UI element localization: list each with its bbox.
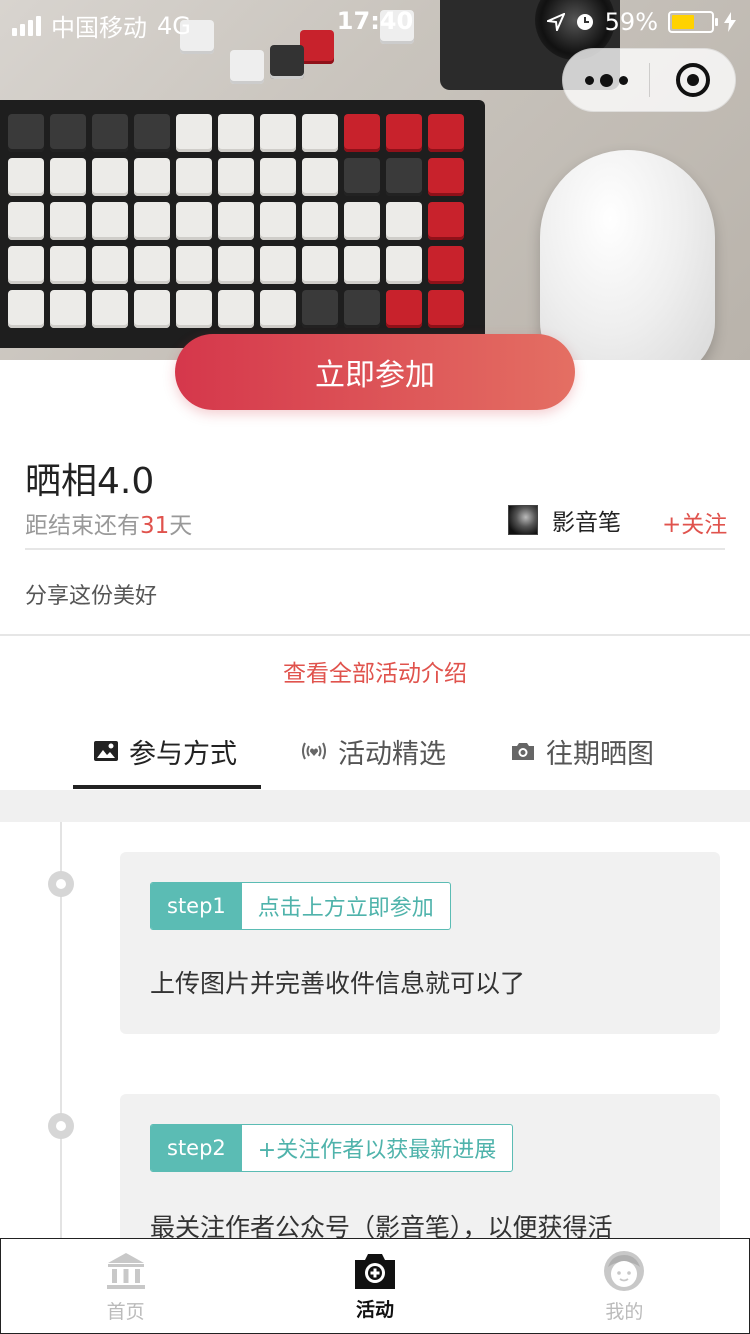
author-info[interactable]: 影音笔 xyxy=(508,503,621,537)
image-icon xyxy=(94,741,118,761)
location-icon xyxy=(546,13,565,31)
more-dots-icon[interactable] xyxy=(563,49,649,111)
tab-label: 活动精选 xyxy=(338,738,446,770)
keyboard-photo xyxy=(0,100,485,348)
status-bar: 中国移动 4G 17:40 59% xyxy=(0,0,750,42)
target-close-icon[interactable] xyxy=(650,63,735,97)
join-now-button[interactable]: 立即参加 xyxy=(175,334,575,410)
step-tag: step2 +关注作者以获最新进展 xyxy=(150,1124,514,1172)
broadcast-heart-icon xyxy=(302,742,326,760)
battery-percent: 59% xyxy=(604,8,658,36)
step-tag-text: +关注作者以获最新进展 xyxy=(257,1138,497,1163)
countdown: 距结束还有31天 xyxy=(25,506,192,540)
timeline-dot xyxy=(48,871,74,897)
tab-past-photos[interactable]: 往期晒图 xyxy=(510,712,654,790)
tab-label: 往期晒图 xyxy=(546,738,654,770)
step-card: step1 点击上方立即参加 上传图片并完善收件信息就可以了 xyxy=(120,852,720,1034)
nav-label: 首页 xyxy=(106,1300,145,1323)
step-tag-text: 点击上方立即参加 xyxy=(257,896,434,921)
tab-featured[interactable]: 活动精选 xyxy=(300,712,446,790)
bank-home-icon xyxy=(106,1252,145,1289)
step-description: 上传图片并完善收件信息就可以了 xyxy=(150,969,526,998)
nav-label: 活动 xyxy=(355,1298,394,1321)
miniprogram-capsule xyxy=(562,48,736,112)
step-tag: step1 点击上方立即参加 xyxy=(150,882,451,930)
step-number: step1 xyxy=(151,883,242,929)
user-face-icon xyxy=(604,1250,645,1291)
view-all-intro-link[interactable]: 查看全部活动介绍 xyxy=(0,654,750,688)
tab-bar: 参与方式 活动精选 往期晒图 xyxy=(0,712,750,790)
countdown-days: 31 xyxy=(140,513,170,539)
follow-button[interactable]: +关注 xyxy=(662,505,727,539)
charging-icon xyxy=(724,12,736,32)
avatar[interactable] xyxy=(508,505,538,535)
step-card: step2 +关注作者以获最新进展 最关注作者公众号（影音笔），以便获得活 xyxy=(120,1094,720,1254)
divider xyxy=(0,634,750,636)
nav-mine[interactable]: 我的 xyxy=(500,1239,749,1333)
divider xyxy=(25,548,725,550)
nav-home[interactable]: 首页 xyxy=(1,1239,250,1333)
alarm-icon xyxy=(576,14,593,30)
tab-label: 参与方式 xyxy=(129,738,237,770)
bottom-nav: 首页 活动 我的 xyxy=(0,1238,750,1334)
section-separator xyxy=(0,790,750,822)
tab-participation[interactable]: 参与方式 xyxy=(93,712,237,790)
active-tab-indicator xyxy=(73,785,261,789)
nav-label: 我的 xyxy=(605,1300,644,1323)
timeline-dot xyxy=(48,1113,74,1139)
nav-activity[interactable]: 活动 xyxy=(250,1239,499,1333)
step-number: step2 xyxy=(151,1125,242,1171)
camera-icon xyxy=(512,743,534,760)
author-name[interactable]: 影音笔 xyxy=(552,503,621,537)
battery-icon xyxy=(668,11,718,33)
activity-title: 晒相4.0 xyxy=(25,461,155,502)
activity-description: 分享这份美好 xyxy=(25,584,158,609)
camera-activity-icon xyxy=(354,1253,395,1289)
countdown-suffix: 天 xyxy=(169,513,193,539)
countdown-prefix: 距结束还有 xyxy=(25,513,140,539)
mouse-photo xyxy=(540,150,715,360)
